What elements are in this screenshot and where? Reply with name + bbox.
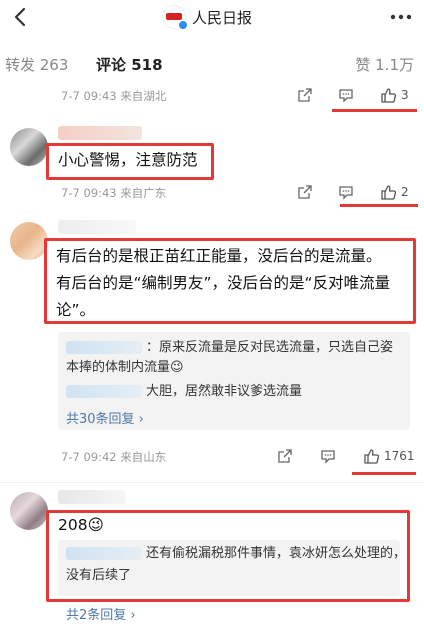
comment-button[interactable]: [338, 182, 354, 202]
reply-item-continued: 没有后续了: [66, 568, 132, 583]
comment-button[interactable]: [320, 446, 336, 466]
reply-username-redacted[interactable]: [66, 341, 142, 354]
username-redacted[interactable]: [58, 490, 126, 504]
comment-text: 208😉: [58, 516, 104, 534]
like-count: 2: [401, 185, 409, 199]
thumbs-up-icon: [381, 87, 397, 103]
share-icon: [298, 88, 312, 102]
highlight-underline: [352, 472, 416, 475]
avatar[interactable]: [10, 128, 48, 166]
tab-likes[interactable]: 赞 1.1万: [355, 54, 414, 75]
comment-button[interactable]: [338, 85, 354, 105]
like-count: 1761: [384, 449, 415, 463]
reply-item-continued: 本捧的体制内流量😉: [66, 360, 184, 375]
comment-meta-row: 7-7 09:42 来自山东 1761: [61, 446, 421, 466]
replies-preview[interactable]: 还有偷税漏税那件事情，袁冰妍怎么处理的， 没有后续了: [58, 540, 406, 596]
more-replies-link[interactable]: 共2条回复 ›: [66, 604, 136, 623]
thumbs-up-icon: [364, 448, 380, 464]
verified-badge-icon: [178, 20, 188, 30]
avatar[interactable]: [10, 492, 48, 530]
account-header[interactable]: 人民日报: [162, 5, 253, 30]
comment-divider: [0, 482, 424, 483]
reply-username-redacted[interactable]: [66, 547, 142, 560]
comment-meta-row: 7-7 09:43 来自广东 2: [61, 182, 421, 202]
thumbs-up-icon: [381, 184, 397, 200]
comment-icon: [321, 450, 335, 464]
more-options-icon[interactable]: [388, 8, 414, 26]
share-button[interactable]: [277, 446, 293, 466]
username-redacted[interactable]: [58, 126, 142, 140]
share-icon: [298, 185, 312, 199]
comment-text-line: 论”。: [56, 301, 96, 319]
reply-item: ：原来反流量是反对民选流量，只选自己姿: [66, 338, 393, 358]
avatar[interactable]: [10, 222, 48, 260]
like-button[interactable]: 2: [380, 182, 409, 202]
tab-reposts[interactable]: 转发 263: [5, 54, 68, 75]
share-icon: [278, 449, 292, 463]
reply-text: ：原来反流量是反对民选流量，只选自己姿: [146, 340, 394, 355]
comment-timestamp-location: 7-7 09:43 来自广东: [61, 186, 167, 200]
reply-item: 还有偷税漏税那件事情，袁冰妍怎么处理的，: [66, 544, 406, 564]
comment-text: 小心警惕，注意防范: [58, 151, 198, 169]
comment-text-line: 有后台的是根正苗红正能量，没后台的是流量。: [56, 247, 382, 265]
reply-item: 大胆，居然敢非议爹选流量: [66, 382, 302, 402]
reply-username-redacted[interactable]: [66, 385, 142, 398]
share-button[interactable]: [297, 182, 313, 202]
replies-preview[interactable]: ：原来反流量是反对民选流量，只选自己姿 本捧的体制内流量😉 大胆，居然敢非议爹选…: [58, 332, 410, 430]
account-name: 人民日报: [192, 8, 253, 27]
highlight-underline: [332, 109, 417, 112]
share-button[interactable]: [297, 85, 313, 105]
top-bar: 人民日报: [0, 0, 424, 36]
back-arrow-icon[interactable]: [10, 6, 32, 28]
username-redacted[interactable]: [58, 220, 136, 234]
like-button[interactable]: 1761: [363, 446, 415, 466]
comment-meta-row: 7-7 09:43 来自湖北 3: [61, 85, 421, 105]
more-replies-link[interactable]: 共30条回复 ›: [66, 408, 144, 427]
reply-text: 大胆，居然敢非议爹选流量: [146, 384, 303, 399]
comment-icon: [339, 89, 353, 103]
comment-text-line: 有后台的是“编制男友”，没后台的是“反对唯流量: [56, 274, 391, 292]
highlight-underline: [340, 204, 418, 207]
comment-icon: [339, 186, 353, 200]
like-count: 3: [401, 88, 409, 102]
reply-text: 还有偷税漏税那件事情，袁冰妍怎么处理的，: [146, 546, 407, 561]
like-button[interactable]: 3: [380, 85, 409, 105]
comment-timestamp-location: 7-7 09:42 来自山东: [61, 450, 167, 464]
comment-timestamp-location: 7-7 09:43 来自湖北: [61, 89, 167, 103]
tab-comments[interactable]: 评论 518: [96, 54, 163, 75]
interaction-tabs: 转发 263 评论 518 赞 1.1万: [0, 50, 424, 80]
account-avatar: [162, 5, 188, 30]
